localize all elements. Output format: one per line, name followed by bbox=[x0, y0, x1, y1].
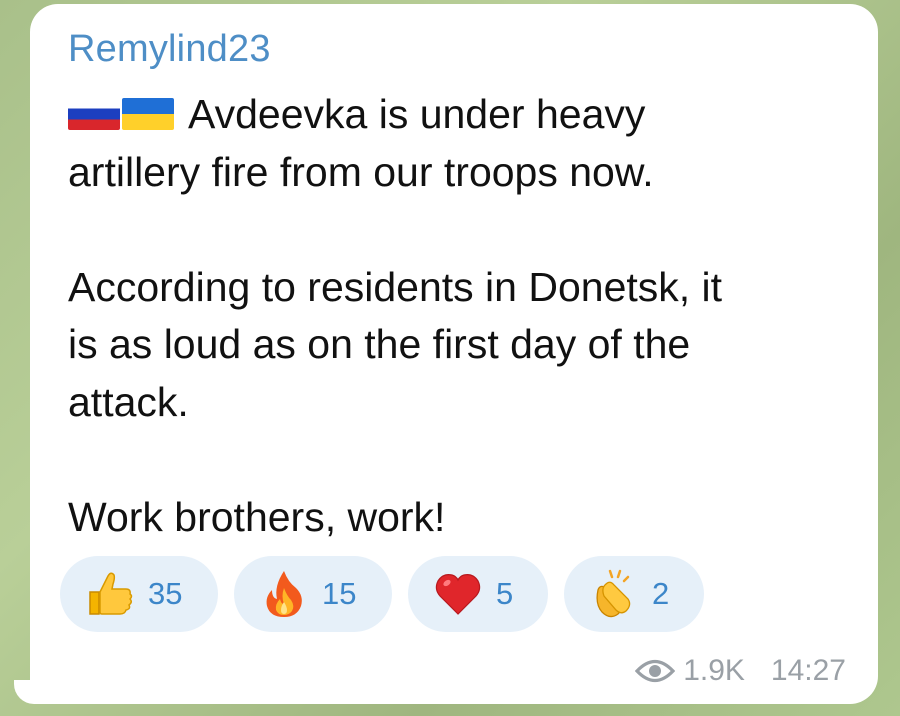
reaction-count: 5 bbox=[496, 576, 514, 611]
reaction-thumbs-up[interactable]: 35 bbox=[60, 556, 218, 632]
view-count: 1.9K bbox=[683, 654, 745, 687]
reaction-heart[interactable]: 5 bbox=[408, 556, 548, 632]
message-line-5: is as loud as on the first day of the bbox=[68, 321, 691, 367]
message-line-4: According to residents in Donetsk, it bbox=[68, 263, 723, 310]
message-line-6: attack. bbox=[68, 378, 189, 425]
message-line-2: artillery fire from our troops now. bbox=[68, 148, 654, 195]
fire-icon bbox=[258, 568, 310, 620]
reaction-count: 15 bbox=[322, 576, 357, 611]
ukraine-flag-icon bbox=[122, 98, 174, 130]
thumbs-up-icon bbox=[84, 568, 136, 620]
reaction-clapping-hands[interactable]: 2 bbox=[564, 556, 704, 632]
reaction-count: 35 bbox=[148, 576, 183, 611]
sender-name[interactable]: Remylind23 bbox=[68, 28, 271, 71]
message-meta: 1.9K 14:27 bbox=[635, 654, 846, 688]
eye-icon bbox=[635, 659, 676, 683]
message-text: Avdeevka is under heavy artillery fire f… bbox=[68, 86, 858, 546]
heart-icon bbox=[432, 568, 484, 620]
message-line-1: Avdeevka is under heavy bbox=[68, 86, 858, 144]
reaction-count: 2 bbox=[652, 576, 670, 611]
reactions-bar: 35 15 5 2 bbox=[60, 556, 704, 632]
russia-flag-icon bbox=[68, 98, 120, 130]
reaction-fire[interactable]: 15 bbox=[234, 556, 392, 632]
message-bubble[interactable]: Remylind23 Avdeevka is under heavy artil… bbox=[30, 4, 878, 704]
message-time: 14:27 bbox=[770, 654, 846, 687]
clapping-hands-icon bbox=[588, 568, 640, 620]
message-line-1-text: Avdeevka is under heavy bbox=[188, 91, 646, 137]
message-line-8: Work brothers, work! bbox=[68, 493, 446, 540]
